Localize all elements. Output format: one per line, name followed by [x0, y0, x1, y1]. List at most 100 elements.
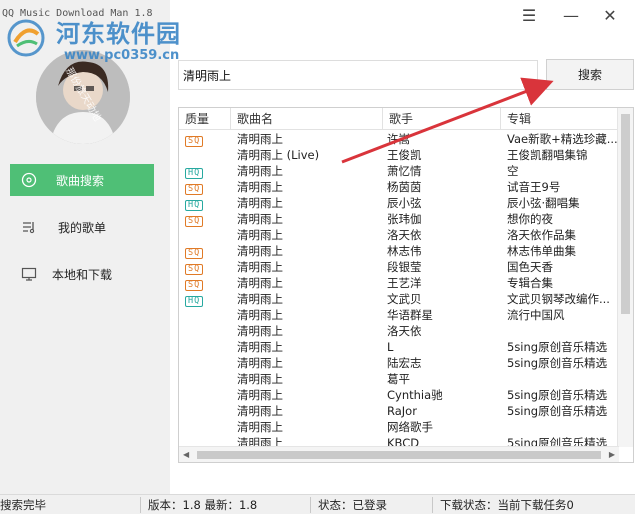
- table-row[interactable]: SQ 清明雨上 王艺洋 专辑合集: [179, 275, 619, 291]
- artist-cell: 辰小弦: [387, 196, 422, 210]
- album-cell: 洛天依作品集: [507, 228, 576, 242]
- column-header-quality[interactable]: 质量: [179, 108, 231, 130]
- artist-cell: 陆宏志: [387, 356, 422, 370]
- song-cell: 清明雨上: [237, 308, 283, 322]
- artist-cell: 张玮伽: [387, 212, 422, 226]
- horizontal-scrollbar[interactable]: ◀ ▶: [179, 446, 619, 462]
- sidebar-item-label: 歌曲搜索: [56, 173, 105, 188]
- column-header-song[interactable]: 歌曲名: [231, 108, 383, 130]
- table-row[interactable]: HQ 清明雨上 萧忆情 空: [179, 163, 619, 179]
- quality-cell: SQ: [185, 211, 233, 227]
- quality-cell: SQ: [185, 275, 233, 291]
- song-cell: 清明雨上: [237, 196, 283, 210]
- sidebar-item-my-playlist[interactable]: 我的歌单: [10, 211, 154, 243]
- scroll-right-icon[interactable]: ▶: [609, 450, 615, 459]
- table-row[interactable]: SQ 清明雨上 张玮伽 想你的夜: [179, 211, 619, 227]
- album-cell: 5sing原创音乐精选: [507, 356, 608, 370]
- table-row[interactable]: SQ 清明雨上 许嵩 Vae新歌+精选珍藏...: [179, 131, 619, 147]
- sq-badge: SQ: [185, 280, 204, 291]
- table-row[interactable]: HQ 清明雨上 辰小弦 辰小弦·翻唱集: [179, 195, 619, 211]
- album-cell: 空: [507, 164, 519, 178]
- album-cell: 林志伟单曲集: [507, 244, 576, 258]
- search-input[interactable]: [178, 60, 538, 90]
- album-cell: 想你的夜: [507, 212, 553, 226]
- avatar[interactable]: 那份旅天动地: [36, 50, 130, 144]
- close-button[interactable]: ✕: [598, 4, 622, 26]
- table-row[interactable]: 清明雨上 葛平: [179, 371, 619, 387]
- table-row[interactable]: 清明雨上 华语群星 流行中国风: [179, 307, 619, 323]
- results-table: 质量 歌曲名 歌手 专辑 SQ 清明雨上 许嵩 Vae新歌+精选珍藏... 清明雨上 (…: [178, 107, 634, 463]
- table-row[interactable]: 清明雨上 RaJor 5sing原创音乐精选: [179, 403, 619, 419]
- quality-cell: SQ: [185, 131, 233, 147]
- album-cell: 国色天香: [507, 260, 553, 274]
- table-body: SQ 清明雨上 许嵩 Vae新歌+精选珍藏... 清明雨上 (Live) 王俊凯 王俊凯翻唱…: [179, 131, 619, 447]
- song-cell: 清明雨上: [237, 388, 283, 402]
- artist-cell: 华语群星: [387, 308, 433, 322]
- song-cell: 清明雨上: [237, 180, 283, 194]
- quality-cell: SQ: [185, 243, 233, 259]
- artist-cell: 王艺洋: [387, 276, 422, 290]
- artist-cell: 洛天依: [387, 324, 422, 338]
- minimize-button[interactable]: —: [559, 4, 583, 26]
- artist-cell: L: [387, 340, 394, 354]
- status-divider: [310, 497, 311, 513]
- quality-cell: SQ: [185, 259, 233, 275]
- horizontal-scroll-thumb[interactable]: [197, 451, 601, 459]
- album-cell: 5sing原创音乐精选: [507, 404, 608, 418]
- status-divider: [432, 497, 433, 513]
- vertical-scrollbar[interactable]: [617, 108, 633, 447]
- sidebar-item-label: 本地和下载: [52, 267, 113, 282]
- song-cell: 清明雨上: [237, 324, 283, 338]
- table-row[interactable]: 清明雨上 Cynthia驰 5sing原创音乐精选: [179, 387, 619, 403]
- table-row[interactable]: 清明雨上 L 5sing原创音乐精选: [179, 339, 619, 355]
- column-header-album[interactable]: 专辑: [501, 108, 619, 130]
- song-cell: 清明雨上: [237, 356, 283, 370]
- song-cell: 清明雨上: [237, 372, 283, 386]
- quality-cell: HQ: [185, 163, 233, 179]
- song-cell: 清明雨上: [237, 276, 283, 290]
- table-row[interactable]: 清明雨上 洛天依: [179, 323, 619, 339]
- artist-cell: 洛天依: [387, 228, 422, 242]
- scroll-left-icon[interactable]: ◀: [183, 450, 189, 459]
- monitor-icon: [20, 265, 38, 283]
- table-row[interactable]: SQ 清明雨上 林志伟 林志伟单曲集: [179, 243, 619, 259]
- album-cell: 流行中国风: [507, 308, 565, 322]
- table-row[interactable]: SQ 清明雨上 杨茵茵 试音王9号: [179, 179, 619, 195]
- song-cell: 清明雨上: [237, 340, 283, 354]
- album-cell: Vae新歌+精选珍藏...: [507, 132, 618, 146]
- artist-cell: 网络歌手: [387, 420, 433, 434]
- song-cell: 清明雨上: [237, 292, 283, 306]
- table-row[interactable]: SQ 清明雨上 段银莹 国色天香: [179, 259, 619, 275]
- album-cell: 王俊凯翻唱集锦: [507, 148, 588, 162]
- song-cell: 清明雨上: [237, 132, 283, 146]
- status-message: 搜索完毕: [0, 498, 46, 512]
- search-disc-icon: [20, 171, 38, 189]
- table-row[interactable]: 清明雨上 洛天依 洛天依作品集: [179, 227, 619, 243]
- song-cell: 清明雨上 (Live): [237, 148, 320, 162]
- table-row[interactable]: HQ 清明雨上 文武贝 文武贝钢琴改编作...: [179, 291, 619, 307]
- table-row[interactable]: 清明雨上 陆宏志 5sing原创音乐精选: [179, 355, 619, 371]
- song-cell: 清明雨上: [237, 260, 283, 274]
- album-cell: 辰小弦·翻唱集: [507, 196, 580, 210]
- album-cell: 试音王9号: [507, 180, 561, 194]
- quality-cell: SQ: [185, 179, 233, 195]
- table-row[interactable]: 清明雨上 (Live) 王俊凯 王俊凯翻唱集锦: [179, 147, 619, 163]
- song-cell: 清明雨上: [237, 404, 283, 418]
- app-title: QQ Music Download Man 1.8: [2, 8, 153, 19]
- sidebar-item-local-download[interactable]: 本地和下载: [10, 258, 154, 290]
- playlist-icon: [20, 218, 38, 236]
- table-row[interactable]: 清明雨上 网络歌手: [179, 419, 619, 435]
- quality-cell: HQ: [185, 195, 233, 211]
- column-header-artist[interactable]: 歌手: [383, 108, 501, 130]
- sidebar-item-song-search[interactable]: 歌曲搜索: [10, 164, 154, 196]
- album-cell: 5sing原创音乐精选: [507, 388, 608, 402]
- artist-cell: 林志伟: [387, 244, 422, 258]
- status-login: 状态：已登录: [318, 498, 387, 512]
- menu-button[interactable]: ☰: [517, 4, 541, 26]
- status-bar: 搜索完毕 版本：1.8 最新：1.8 状态：已登录 下载状态：当前下载任务0: [0, 494, 635, 514]
- sq-badge: SQ: [185, 184, 204, 195]
- sq-badge: SQ: [185, 216, 204, 227]
- search-button[interactable]: 搜索: [546, 59, 634, 90]
- vertical-scroll-thumb[interactable]: [621, 114, 630, 314]
- album-cell: 专辑合集: [507, 276, 553, 290]
